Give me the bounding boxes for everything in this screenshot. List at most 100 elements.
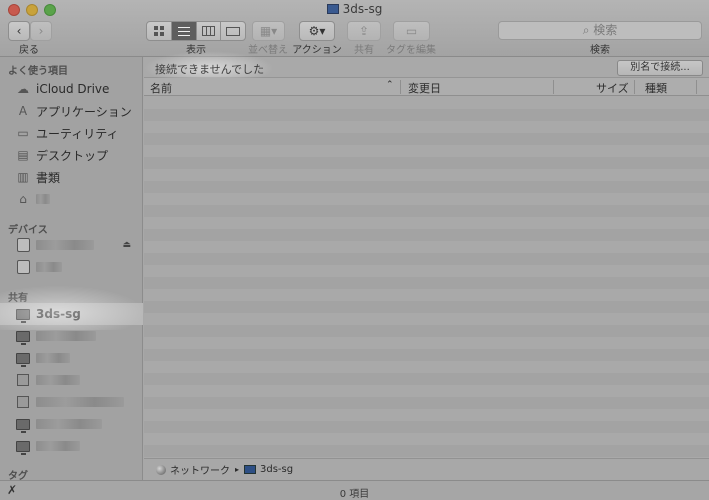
disk-icon xyxy=(16,260,30,274)
sidebar-item-label: 書類 xyxy=(36,170,61,185)
forward-button[interactable]: › xyxy=(30,21,52,41)
desktop-icon: ▤ xyxy=(17,148,29,162)
cloud-icon: ☁ xyxy=(17,82,29,96)
edit-tags-label: タグを編集 xyxy=(386,45,436,56)
sidebar-item-shared[interactable] xyxy=(0,325,143,347)
grid-icon xyxy=(153,26,164,36)
tag-icon: ▭ xyxy=(405,24,418,38)
sidebar-item-label: ユーティリティ xyxy=(36,126,119,141)
sidebar-item-icloud[interactable]: ☁ iCloud Drive xyxy=(0,78,143,100)
computer-icon xyxy=(244,465,257,474)
column-view-button[interactable] xyxy=(197,22,222,40)
back-button[interactable]: ‹ xyxy=(8,21,30,41)
shared-header: 共有 xyxy=(8,293,28,304)
share-icon: ⇪ xyxy=(358,24,370,38)
coverflow-icon xyxy=(226,26,241,36)
gear-icon: ⚙▾ xyxy=(308,24,326,38)
list-view-button[interactable] xyxy=(171,22,197,40)
content-area: 接続できませんでした 別名で接続... 名前 ⌃ 変更日 サイズ 種類 ネットワ… xyxy=(144,51,709,480)
sidebar-item-shared[interactable] xyxy=(0,347,143,369)
search-icon: ⌕ xyxy=(582,23,594,37)
sidebar-item-applications[interactable]: A アプリケーション xyxy=(0,100,143,122)
computer-icon xyxy=(16,329,30,345)
icon-view-button[interactable] xyxy=(147,22,172,40)
network-icon xyxy=(156,464,166,475)
documents-icon: ▥ xyxy=(17,170,29,184)
sidebar-item-home[interactable]: ⌂ xyxy=(0,188,143,210)
redacted-label xyxy=(36,397,124,407)
action-button[interactable]: ⚙▾ xyxy=(299,21,335,41)
file-list[interactable] xyxy=(144,97,709,458)
status-bar: ✗ 0 項目 xyxy=(0,480,709,500)
column-header: 名前 ⌃ 変更日 サイズ 種類 xyxy=(144,78,709,96)
edit-tags-button[interactable]: ▭ xyxy=(393,21,430,41)
redacted-label xyxy=(36,441,80,451)
action-label: アクション xyxy=(292,45,342,56)
server-icon xyxy=(16,395,30,409)
chevron-right-icon: ▸ xyxy=(235,465,240,474)
toolbar: 3ds-sg ‹ › 戻る 表示 ▦▾ 並べ替え ⚙▾ アクション ⇪ 共有 ▭… xyxy=(0,0,709,57)
sidebar-item-label: iCloud Drive xyxy=(36,82,110,96)
columns-icon xyxy=(201,26,215,36)
share-button[interactable]: ⇪ xyxy=(347,21,381,41)
sidebar-item-device[interactable]: ⏏ xyxy=(0,234,143,256)
view-mode-segmented xyxy=(146,21,246,41)
connect-as-button[interactable]: 別名で接続... xyxy=(617,60,703,76)
column-name[interactable]: 名前 xyxy=(150,80,172,96)
home-icon: ⌂ xyxy=(19,192,27,206)
search-field[interactable]: ⌕ 検索 xyxy=(498,21,702,40)
redacted-label xyxy=(36,240,94,250)
sidebar-item-shared[interactable] xyxy=(0,413,143,435)
arrange-icon: ▦▾ xyxy=(259,24,278,38)
applications-icon: A xyxy=(18,104,28,118)
column-kind[interactable]: 種類 xyxy=(645,80,667,96)
path-bar: ネットワーク ▸ 3ds-sg xyxy=(144,458,709,480)
favorites-header: よく使う項目 xyxy=(8,66,68,77)
share-label: 共有 xyxy=(354,45,374,56)
sidebar-item-label: アプリケーション xyxy=(36,104,132,119)
sidebar-item-3ds-sg[interactable]: 3ds-sg xyxy=(0,303,143,325)
window-title-text: 3ds-sg xyxy=(342,2,383,16)
computer-icon xyxy=(16,417,30,433)
computer-icon xyxy=(16,351,30,367)
computer-icon xyxy=(326,4,339,14)
path-item-network[interactable]: ネットワーク xyxy=(170,462,230,477)
list-icon xyxy=(177,26,190,36)
sidebar-item-utilities[interactable]: ▭ ユーティリティ xyxy=(0,122,143,144)
chevron-left-icon: ‹ xyxy=(16,24,22,38)
disk-icon xyxy=(16,238,30,252)
redacted-label xyxy=(36,331,96,341)
column-size[interactable]: サイズ xyxy=(596,80,629,96)
sidebar-item-label: デスクトップ xyxy=(36,148,109,163)
path-item-server[interactable]: 3ds-sg xyxy=(260,464,293,475)
connection-error-message: 接続できませんでした xyxy=(155,63,265,76)
redacted-label xyxy=(36,353,70,363)
sidebar-item-shared[interactable] xyxy=(0,391,143,413)
search-placeholder: 検索 xyxy=(593,23,618,37)
sidebar-item-shared[interactable] xyxy=(0,435,143,457)
sidebar-item-label: 3ds-sg xyxy=(36,307,81,321)
sidebar-item-documents[interactable]: ▥ 書類 xyxy=(0,166,143,188)
sidebar-item-desktop[interactable]: ▤ デスクトップ xyxy=(0,144,143,166)
chevron-right-icon: › xyxy=(38,24,44,38)
eject-icon[interactable]: ⏏ xyxy=(122,240,131,250)
coverflow-view-button[interactable] xyxy=(221,22,245,40)
finder-window: 3ds-sg ‹ › 戻る 表示 ▦▾ 並べ替え ⚙▾ アクション ⇪ 共有 ▭… xyxy=(0,0,709,500)
sidebar-item-shared[interactable] xyxy=(0,369,143,391)
search-label: 検索 xyxy=(590,45,610,56)
redacted-label xyxy=(36,194,50,204)
redacted-label xyxy=(36,262,62,272)
sidebar: よく使う項目 ☁ iCloud Drive A アプリケーション ▭ ユーティリティ … xyxy=(0,57,143,482)
window-title: 3ds-sg xyxy=(0,2,709,16)
sidebar-item-device[interactable] xyxy=(0,256,143,278)
redacted-label xyxy=(36,375,80,385)
back-label: 戻る xyxy=(19,45,39,56)
column-modified[interactable]: 変更日 xyxy=(408,80,441,96)
server-icon xyxy=(16,373,30,387)
folder-icon: ▭ xyxy=(17,126,29,140)
connection-status-bar: 接続できませんでした 別名で接続... xyxy=(144,51,709,85)
item-count: 0 項目 xyxy=(339,489,370,500)
sort-ascending-icon: ⌃ xyxy=(386,80,394,90)
arrange-button[interactable]: ▦▾ xyxy=(252,21,285,41)
computer-icon xyxy=(16,439,30,455)
